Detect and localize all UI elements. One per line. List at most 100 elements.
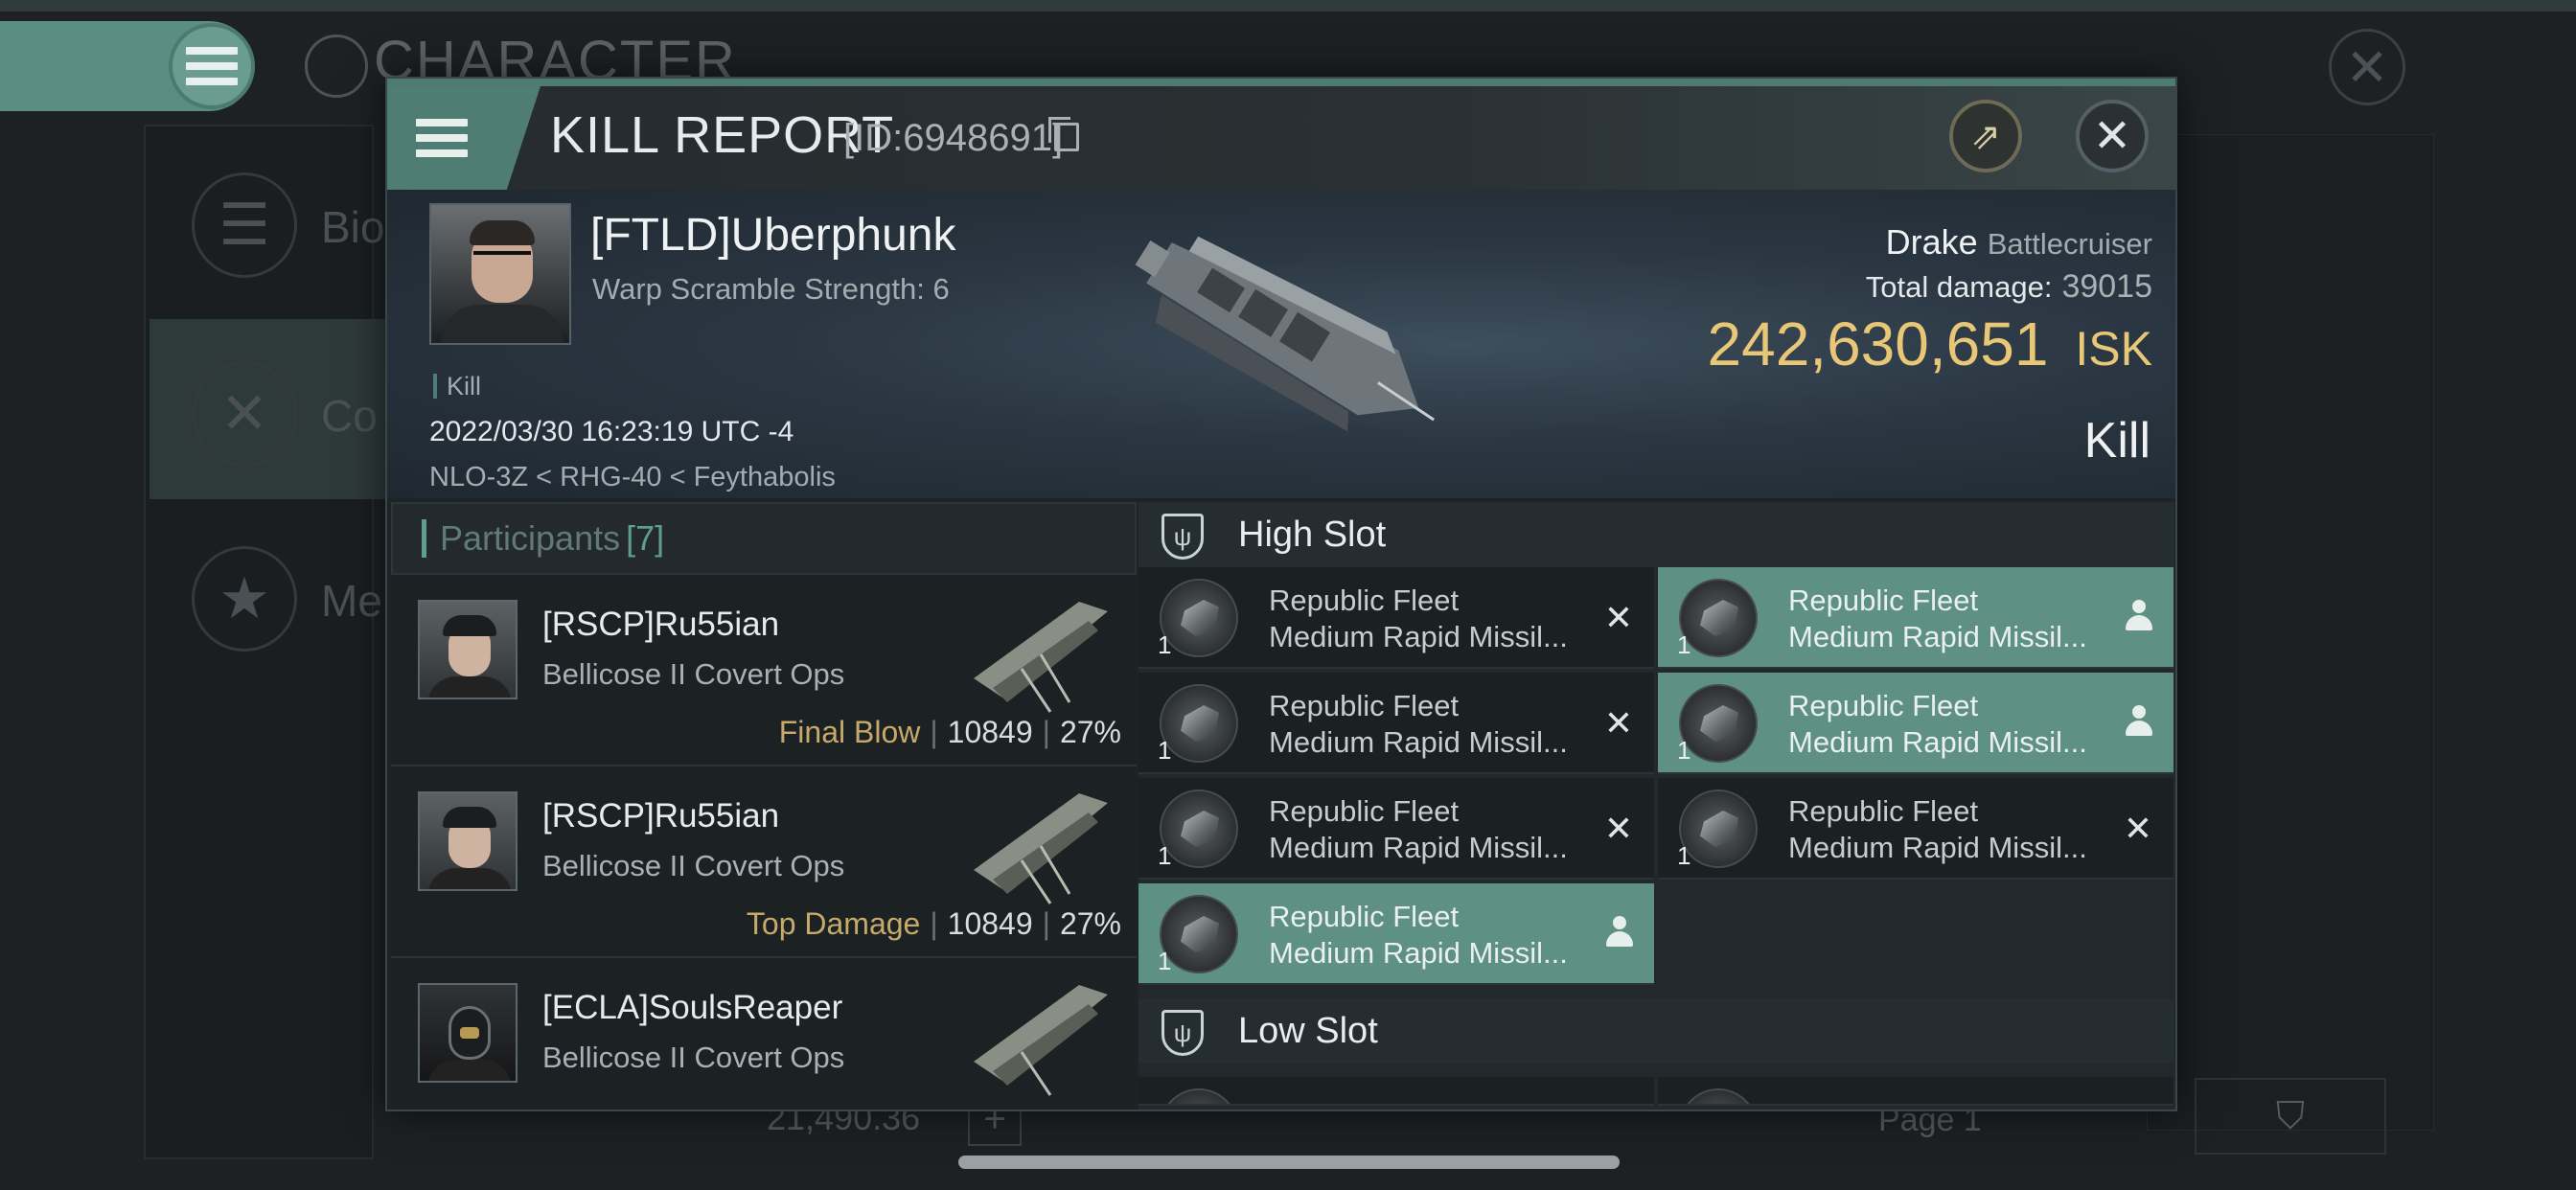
- filter-icon[interactable]: ⛉: [2195, 1078, 2386, 1155]
- total-damage: Total damage: 39015: [1866, 268, 2152, 306]
- kill-type-tag: Kill: [433, 374, 481, 400]
- destroyed-icon: ✕: [2123, 809, 2152, 848]
- low-slot-header: ψ Low Slot: [1138, 998, 2174, 1064]
- isk-value: 242,630,651 ISK: [1708, 309, 2153, 379]
- ship-name: Drake: [1885, 222, 1978, 262]
- participant-percent: 27%: [1059, 715, 1121, 749]
- participant-ship: Bellicose II Covert Ops: [542, 1041, 845, 1074]
- module-name: Republic Fleet Medium Rapid Missil...: [1269, 584, 1568, 653]
- module-name: Republic Fleet Medium Rapid Missil...: [1788, 689, 2087, 759]
- kill-report-window: KILL REPORT [ID:6948691] ⇗ ✕ [FTLD]Uberp…: [385, 77, 2177, 1111]
- participant-name: [RSCP]Ru55ian: [542, 606, 780, 643]
- window-accent-line: [387, 79, 2175, 86]
- module-item[interactable]: [1138, 1077, 1654, 1106]
- copy-icon[interactable]: [1048, 117, 1079, 151]
- victim-portrait[interactable]: [429, 203, 571, 345]
- participant-damage: 10849: [947, 715, 1033, 749]
- total-damage-value: 39015: [2061, 268, 2152, 305]
- participant-ship-image: [974, 985, 1108, 1096]
- module-qty: 1: [1677, 736, 1691, 765]
- total-damage-label: Total damage:: [1865, 270, 2053, 304]
- participant-tag: Top Damage: [746, 906, 921, 941]
- bg-sidebar-item-medals[interactable]: ★ Me: [153, 508, 382, 680]
- module-qty: 1: [1158, 630, 1172, 659]
- bg-sidebar-label: Bio: [321, 202, 385, 252]
- high-slot-header: ψ High Slot: [1138, 502, 2174, 567]
- module-item[interactable]: 1 Republic Fleet Medium Rapid Missil...: [1138, 883, 1654, 985]
- module-qty: 1: [1677, 630, 1691, 659]
- module-name: Republic Fleet Medium Rapid Missil...: [1269, 900, 1568, 970]
- participant-ship-image: [974, 793, 1108, 904]
- bg-sidebar-item-bio[interactable]: ☰ Bio: [153, 134, 384, 307]
- module-item[interactable]: 1 Republic Fleet Medium Rapid Missil... ✕: [1658, 778, 2174, 880]
- module-name: Republic Fleet Medium Rapid Missil...: [1269, 794, 1568, 864]
- ship-class: Battlecruiser: [1987, 227, 2152, 261]
- high-slot-label: High Slot: [1238, 514, 1387, 555]
- participant-avatar: [418, 983, 518, 1083]
- module-item[interactable]: 1 Republic Fleet Medium Rapid Missil... ✕: [1138, 567, 1654, 669]
- home-indicator[interactable]: [958, 1156, 1620, 1169]
- participant-row[interactable]: [RSCP]Ru55ian Bellicose II Covert Ops To…: [391, 767, 1137, 958]
- share-icon[interactable]: ⇗: [1949, 100, 2022, 172]
- low-slot-label: Low Slot: [1238, 1010, 1378, 1051]
- ship-type: Drake Battlecruiser: [1886, 222, 2152, 263]
- module-qty: 1: [1158, 736, 1172, 765]
- participant-tag: Final Blow: [778, 715, 921, 749]
- participants-label: Participants: [440, 518, 621, 558]
- participant-stats: Top Damage | 10849 | 27%: [746, 906, 1121, 941]
- bg-right-panel: [2147, 134, 2434, 1131]
- participant-damage: 10849: [947, 906, 1033, 941]
- top-strip: [0, 0, 2576, 11]
- kill-id: [ID:6948691]: [843, 117, 1064, 159]
- star-icon: ★: [192, 546, 297, 652]
- participant-name: [ECLA]SoulsReaper: [542, 989, 843, 1026]
- participant-row[interactable]: [ECLA]SoulsReaper Bellicose II Covert Op…: [391, 958, 1137, 1110]
- participant-name: [RSCP]Ru55ian: [542, 797, 780, 835]
- fitting-panel: ψ High Slot 1 Republic Fleet Medium Rapid…: [1138, 502, 2175, 1110]
- participants-list: Participants [7] [RSCP]Ru55ian Bellicose…: [391, 502, 1137, 1110]
- participant-ship-image: [974, 602, 1108, 713]
- module-qty: 1: [1158, 841, 1172, 870]
- bg-close-icon[interactable]: ✕: [2329, 29, 2405, 105]
- shield-slot-icon: ψ: [1162, 514, 1204, 560]
- victim-name[interactable]: [FTLD]Uberphunk: [590, 209, 956, 262]
- kill-result: Kill: [2083, 413, 2150, 469]
- dropped-person-icon: [2126, 705, 2152, 738]
- module-qty: 1: [1677, 841, 1691, 870]
- participant-row[interactable]: [RSCP]Ru55ian Bellicose II Covert Ops Fi…: [391, 575, 1137, 767]
- participant-stats: Final Blow | 10849 | 27%: [778, 715, 1121, 749]
- hamburger-icon: [186, 47, 238, 85]
- ship-image[interactable]: [1096, 199, 1460, 487]
- module-qty: 1: [1158, 947, 1172, 975]
- participants-header[interactable]: Participants [7]: [391, 502, 1137, 575]
- kill-summary: [FTLD]Uberphunk Warp Scramble Strength: …: [387, 190, 2175, 498]
- participant-ship: Bellicose II Covert Ops: [542, 657, 845, 691]
- module-name: Republic Fleet Medium Rapid Missil...: [1269, 689, 1568, 759]
- kill-location: NLO-3Z < RHG-40 < Feythabolis: [429, 462, 836, 492]
- participant-percent: 27%: [1059, 906, 1121, 941]
- bg-sidebar-item-combat[interactable]: ✕ Co: [153, 323, 378, 495]
- participant-ship: Bellicose II Covert Ops: [542, 849, 845, 882]
- module-name: Republic Fleet Medium Rapid Missil...: [1788, 584, 2087, 653]
- dropped-person-icon: [2126, 600, 2152, 632]
- bg-menu-button[interactable]: [169, 23, 255, 109]
- dropped-person-icon: [1606, 916, 1633, 949]
- kill-datetime: 2022/03/30 16:23:19 UTC -4: [429, 416, 794, 447]
- swords-icon: ✕: [192, 361, 297, 467]
- module-icon: [1679, 1088, 1758, 1104]
- isk-unit: ISK: [2075, 322, 2152, 376]
- destroyed-icon: ✕: [1603, 809, 1633, 848]
- module-icon: [1160, 1088, 1238, 1104]
- participant-avatar: [418, 600, 518, 699]
- module-item[interactable]: 1 Republic Fleet Medium Rapid Missil...: [1658, 673, 2174, 774]
- victim-subtitle: Warp Scramble Strength: 6: [592, 272, 950, 306]
- module-item[interactable]: 1 Republic Fleet Medium Rapid Missil...: [1658, 567, 2174, 669]
- destroyed-icon: ✕: [1603, 598, 1633, 637]
- bg-sidebar-label: Co: [321, 391, 378, 441]
- participant-avatar: [418, 791, 518, 891]
- close-icon[interactable]: ✕: [2076, 100, 2149, 172]
- module-item[interactable]: 1 Republic Fleet Medium Rapid Missil... ✕: [1138, 673, 1654, 774]
- list-icon: ☰: [192, 172, 297, 278]
- module-item[interactable]: 1 Republic Fleet Medium Rapid Missil... ✕: [1138, 778, 1654, 880]
- module-item[interactable]: [1658, 1077, 2174, 1106]
